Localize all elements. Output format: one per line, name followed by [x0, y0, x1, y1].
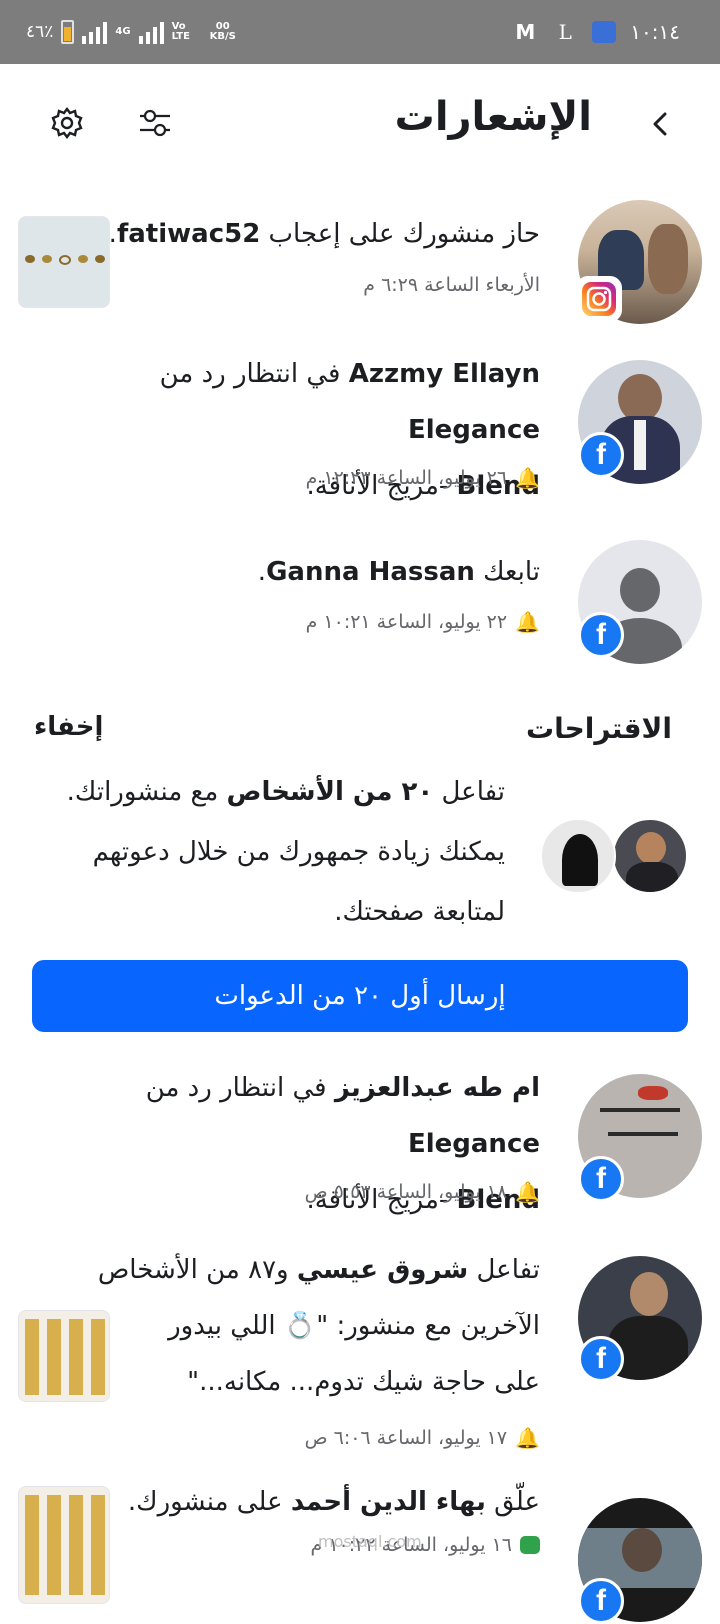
notification-time: 🔔 ١٧ يوليو، الساعة ٦:٠٦ ص — [305, 1426, 540, 1450]
suggestions-line1-post: مع منشوراتك. — [66, 777, 227, 807]
notification-item[interactable]: f تفاعل شروق عيسي و٨٧ من الأشخاص الآخرين… — [0, 1255, 720, 1456]
status-bar: ٤٦٪ 4G Vo LTE 00 KB/S M L ١٠:١٤ — [0, 0, 720, 64]
bell-icon: 🔔 — [515, 1180, 540, 1204]
comment-icon — [520, 1536, 540, 1554]
page-title: الإشعارات — [394, 94, 592, 140]
facebook-icon: f — [578, 1156, 624, 1202]
facebook-icon: f — [578, 1578, 624, 1624]
notification-time: 🔔 ٢٦ يوليو، الساعة ١٢:٢٣ م — [306, 466, 540, 490]
notification-time-label: ١٨ يوليو، الساعة ٥:٥٣ ص — [304, 1181, 508, 1203]
notification-text: تفاعل شروق عيسي و٨٧ من الأشخاص الآخرين م… — [40, 1242, 540, 1410]
facebook-icon: f — [578, 1336, 624, 1382]
notification-text: تابعك Ganna Hassan. — [258, 544, 540, 600]
bell-icon: 🔔 — [515, 1426, 540, 1450]
network-type: 4G — [115, 26, 131, 37]
user-name: Ganna Hassan — [266, 557, 475, 587]
notification-time: 🔔 ٢٢ يوليو، الساعة ١٠:٢١ م — [306, 610, 540, 634]
user-name: ام طه عبدالعزيز — [334, 1073, 540, 1103]
notification-item[interactable]: f تابعك Ganna Hassan. 🔔 ٢٢ يوليو، الساعة… — [0, 540, 720, 670]
battery-percent: ٤٦٪ — [26, 22, 54, 42]
post-thumbnail[interactable] — [18, 1310, 110, 1402]
notification-time-label: ١٧ يوليو، الساعة ٦:٠٦ ص — [304, 1427, 508, 1449]
status-bar-left: ٤٦٪ 4G Vo LTE 00 KB/S — [26, 0, 236, 64]
suggestions-line2: يمكنك زيادة جمهورك من خلال دعوتهم — [92, 837, 505, 867]
signal-icon — [82, 20, 108, 44]
notification-text: حاز منشورك على إعجاب fatiwac52. — [109, 206, 540, 262]
notification-item[interactable]: f ام طه عبدالعزيز في انتظار رد من Elegan… — [0, 1070, 720, 1220]
bell-icon: 🔔 — [515, 610, 540, 634]
page-name: Elegance — [407, 415, 540, 445]
net-speed-unit: KB/S — [209, 31, 236, 42]
notification-time-label: ٢٢ يوليو، الساعة ١٠:٢١ م — [305, 611, 508, 633]
notification-time: الأربعاء الساعة ٦:٢٩ م — [363, 274, 540, 296]
notification-item[interactable]: حاز منشورك على إعجاب fatiwac52. الأربعاء… — [0, 196, 720, 326]
status-bar-right: M L ١٠:١٤ — [512, 0, 680, 64]
chevron-right-icon[interactable] — [650, 110, 672, 138]
notification-item[interactable]: f علّق بهاء الدين أحمد على منشورك. ١٦ يو… — [0, 1486, 720, 1624]
sliders-icon[interactable] — [138, 108, 172, 138]
user-name: شروق عيسي — [296, 1255, 469, 1285]
net-speed: 00 KB/S — [210, 22, 236, 42]
notification-text-mid: في انتظار رد من — [145, 1073, 335, 1103]
suggestions-line3: لمتابعة صفحتك. — [334, 897, 505, 927]
instagram-icon — [576, 276, 622, 322]
page-name: Elegance — [407, 1129, 540, 1159]
notification-text-pre: علّق — [485, 1487, 540, 1517]
notification-text-mid: في انتظار رد من — [159, 359, 349, 389]
watermark: mostaql.com — [318, 1532, 422, 1551]
notification-text-line2: الآخرين مع منشور: "💍 اللي بيدور — [168, 1311, 540, 1341]
suggestion-avatar — [540, 818, 616, 894]
user-name: Azzmy Ellayn — [348, 359, 540, 389]
notification-text-pre: تابعك — [474, 557, 540, 587]
bell-icon: 🔔 — [515, 466, 540, 490]
notification-time-label: الأربعاء الساعة ٦:٢٩ م — [363, 274, 540, 296]
suggestions-count: ٢٠ من الأشخاص — [226, 777, 434, 807]
notification-text-post: و٨٧ من الأشخاص — [97, 1255, 297, 1285]
post-thumbnail[interactable] — [18, 1486, 110, 1604]
facebook-icon: f — [578, 432, 624, 478]
notification-text-pre: حاز منشورك على إعجاب — [260, 219, 540, 249]
notification-text-line3: على حاجة شيك تدوم... مكانه..." — [187, 1367, 540, 1397]
battery-icon — [61, 20, 75, 44]
app-l-icon: L — [558, 20, 572, 44]
notification-text: علّق بهاء الدين أحمد على منشورك. — [128, 1474, 540, 1530]
notification-item[interactable]: f Azzmy Ellayn في انتظار رد من Elegance … — [0, 356, 720, 506]
user-name: fatiwac52 — [116, 219, 261, 249]
gear-icon[interactable] — [50, 106, 84, 140]
post-thumbnail[interactable] — [18, 216, 110, 308]
app-icon — [592, 21, 617, 43]
hide-button[interactable]: إخفاء — [34, 712, 103, 742]
clock: ١٠:١٤ — [630, 20, 680, 44]
suggestions-text: تفاعل ٢٠ من الأشخاص مع منشوراتك. يمكنك ز… — [35, 762, 505, 942]
notification-time-label: ٢٦ يوليو، الساعة ١٢:٢٣ م — [305, 467, 508, 489]
notification-time: 🔔 ١٨ يوليو، الساعة ٥:٥٣ ص — [305, 1180, 540, 1204]
signal-icon-2 — [138, 20, 164, 44]
notification-text-pre: تفاعل — [468, 1255, 540, 1285]
suggestion-avatar — [612, 818, 688, 894]
suggestions-line1-pre: تفاعل — [433, 777, 505, 807]
user-name: بهاء الدين أحمد — [290, 1487, 486, 1517]
suggestions-title: الاقتراحات — [525, 712, 672, 745]
facebook-icon: f — [578, 612, 624, 658]
notification-text-post: . — [257, 557, 267, 587]
send-invites-button[interactable]: إرسال أول ٢٠ من الدعوات — [32, 960, 688, 1032]
top-app-bar: الإشعارات — [0, 64, 720, 184]
volte-indicator: Vo LTE — [171, 21, 190, 42]
gmail-icon: M — [515, 20, 536, 44]
notification-text-post: على منشورك. — [127, 1487, 291, 1517]
